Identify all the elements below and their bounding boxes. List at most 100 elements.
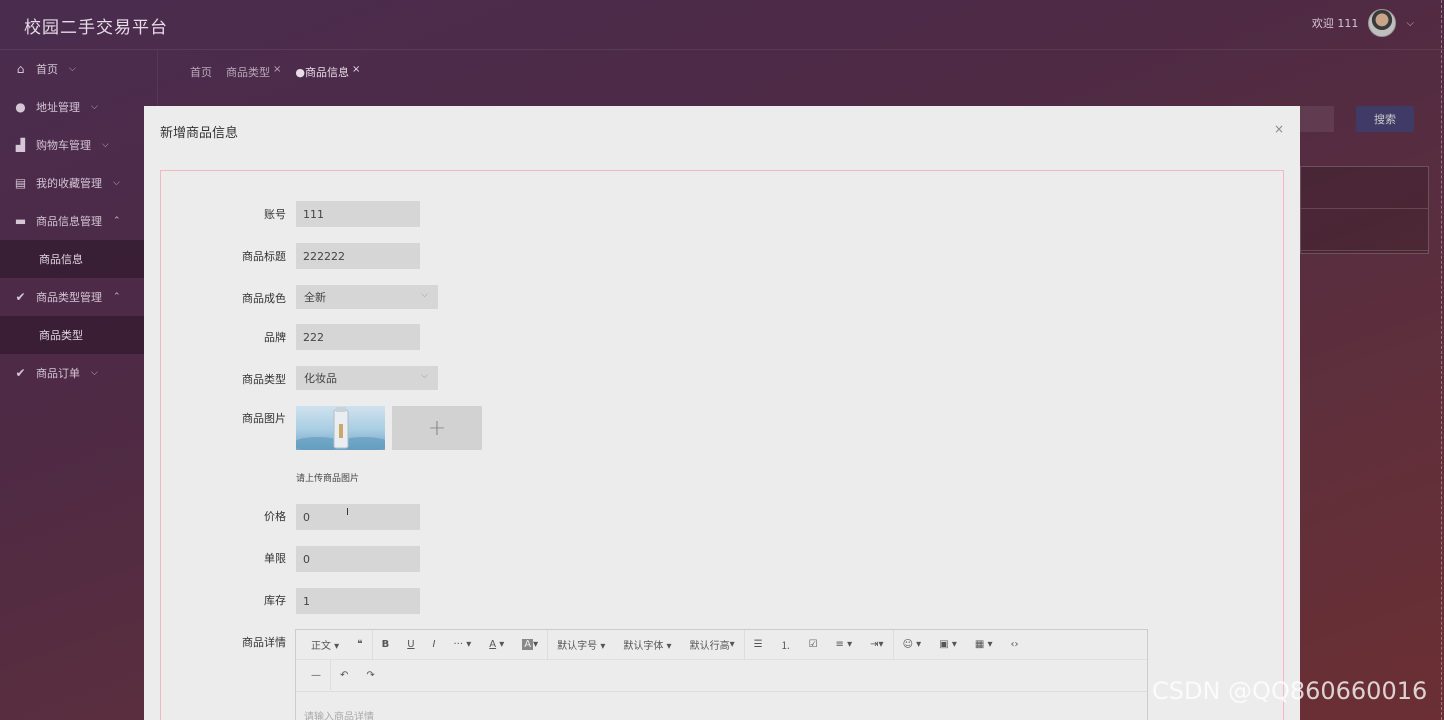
category-label: 商品类型 [242, 373, 286, 386]
line-height-label: 默认行高 [689, 641, 730, 652]
close-icon[interactable]: × [352, 64, 360, 75]
category-select[interactable]: 化妆品 ⌵ [296, 366, 438, 390]
sidebar-item-label: 商品信息管理 [36, 215, 102, 228]
condition-select[interactable]: 全新 ⌵ [296, 285, 438, 309]
sidebar-subitem-category[interactable]: 商品类型 [0, 316, 157, 354]
bullet-list-icon[interactable]: ☰ [745, 639, 772, 650]
font-color-label: A [489, 639, 497, 650]
chevron-down-icon: ⌵ [69, 64, 76, 74]
sidebar-item-label: 地址管理 [36, 101, 80, 114]
sidebar-item-address[interactable]: ● 地址管理 ⌵ [0, 88, 157, 126]
code-icon[interactable]: ‹› [1002, 639, 1028, 650]
close-icon[interactable]: × [1274, 122, 1284, 136]
italic-icon[interactable]: I [424, 639, 445, 650]
title-label: 商品标题 [242, 250, 286, 263]
chevron-down-icon: ⌵ [113, 178, 120, 188]
stock-field[interactable]: 1 [296, 588, 420, 614]
sidebar-item-favorites[interactable]: ▤ 我的收藏管理 ⌵ [0, 164, 157, 202]
sidebar-item-home[interactable]: ⌂ 首页 ⌵ [0, 50, 157, 88]
welcome-text: 欢迎 111 [1311, 17, 1359, 30]
sidebar-item-orders[interactable]: ✔ 商品订单 ⌵ [0, 354, 157, 392]
indent-label: ⇥ [870, 639, 879, 650]
background-search-input [1300, 106, 1334, 132]
chevron-down-icon[interactable]: ⌵ [1406, 18, 1414, 29]
app-title: 校园二手交易平台 [24, 18, 168, 38]
rich-text-editor: 正文 ▾ ❝ B U I ··· ▾ A ▾ A ▾ 默认字号 ▾ 默认字体 ▾… [295, 629, 1148, 720]
font-size-dropdown[interactable]: 默认字号 ▾ [548, 637, 614, 652]
paragraph-label: 正文 [311, 641, 331, 652]
sidebar-item-label: 商品订单 [36, 367, 80, 380]
chevron-down-icon: ⌵ [91, 368, 98, 378]
brand-field[interactable]: 222 [296, 324, 420, 350]
watermark: CSDN @QQ860660016 [1152, 677, 1428, 705]
font-size-label: 默认字号 [557, 641, 598, 652]
product-image-thumbnail[interactable] [296, 406, 385, 450]
title-field[interactable]: 222222 [296, 243, 420, 269]
chevron-down-icon: ⌵ [421, 290, 428, 300]
tab-category[interactable]: 商品类型 × [226, 64, 281, 80]
divider-icon[interactable]: — [302, 660, 331, 690]
condition-value: 全新 [304, 291, 326, 304]
underline-icon[interactable]: U [398, 639, 423, 650]
tab-home[interactable]: 首页 [190, 64, 212, 80]
chevron-up-icon: ⌃ [113, 216, 121, 226]
account-label: 账号 [264, 208, 286, 221]
paragraph-dropdown[interactable]: 正文 ▾ [302, 637, 348, 652]
store-icon: ▤ [14, 175, 27, 190]
stock-label: 库存 [264, 594, 286, 607]
scroll-edge [1441, 0, 1442, 720]
table-row [1301, 209, 1428, 251]
bold-icon[interactable]: B [373, 639, 399, 650]
editor-content[interactable]: 请输入商品详情 [296, 691, 1147, 720]
font-family-dropdown[interactable]: 默认字体 ▾ [614, 637, 680, 652]
emoji-label: ☺ [902, 639, 913, 650]
indent-icon[interactable]: ⇥ ▾ [861, 629, 894, 660]
quote-icon[interactable]: ❝ [348, 629, 373, 660]
align-icon[interactable]: ≡ ▾ [827, 639, 862, 650]
table-label: ▦ [974, 639, 985, 650]
emoji-icon[interactable]: ☺ ▾ [894, 639, 931, 650]
image-icon[interactable]: ▣ ▾ [930, 639, 966, 650]
background-color-icon[interactable]: A ▾ [513, 629, 549, 660]
limit-field[interactable]: 0 [296, 546, 420, 572]
condition-label: 商品成色 [242, 292, 286, 305]
chevron-up-icon: ⌃ [113, 292, 121, 302]
numbered-list-icon[interactable]: ⒈ [772, 637, 800, 652]
sidebar-item-cart[interactable]: ▟ 购物车管理 ⌵ [0, 126, 157, 164]
top-header: 校园二手交易平台 欢迎 111 ⌵ [0, 0, 1444, 50]
sidebar-item-label: 我的收藏管理 [36, 177, 102, 190]
table-icon[interactable]: ▦ ▾ [966, 639, 1002, 650]
more-icon[interactable]: ··· ▾ [445, 639, 481, 650]
price-field[interactable]: 0 [296, 504, 420, 530]
brand-label: 品牌 [264, 331, 286, 344]
avatar[interactable] [1368, 9, 1397, 37]
sidebar-item-goods-management[interactable]: ▬ 商品信息管理 ⌃ [0, 202, 157, 240]
redo-icon[interactable]: ↷ [357, 670, 383, 681]
tab-goods-info[interactable]: ●商品信息 × [295, 64, 360, 80]
more-label: ··· [453, 639, 464, 650]
chevron-down-icon: ⌵ [421, 371, 428, 381]
close-icon[interactable]: × [273, 64, 281, 75]
sidebar: ⌂ 首页 ⌵ ● 地址管理 ⌵ ▟ 购物车管理 ⌵ ▤ 我的收藏管理 ⌵ ▬ 商… [0, 50, 158, 720]
tab-label: 首页 [190, 66, 212, 79]
location-icon: ● [15, 99, 26, 114]
editor-placeholder: 请输入商品详情 [304, 712, 374, 720]
image-label: 商品图片 [242, 412, 286, 425]
font-color-icon[interactable]: A ▾ [480, 639, 513, 650]
editor-toolbar-row-1: 正文 ▾ ❝ B U I ··· ▾ A ▾ A ▾ 默认字号 ▾ 默认字体 ▾… [296, 629, 1147, 660]
background-table [1300, 166, 1429, 254]
line-height-dropdown[interactable]: 默认行高 ▾ [681, 629, 745, 660]
account-field[interactable]: 111 [296, 201, 420, 227]
chevron-down-icon: ⌵ [102, 140, 109, 150]
add-goods-dialog: 新增商品信息 × 账号 111 商品标题 222222 商品成色 全新 ⌵ 品牌… [144, 106, 1300, 720]
sidebar-item-category-management[interactable]: ✔ 商品类型管理 ⌃ [0, 278, 157, 316]
todo-icon[interactable]: ☑ [800, 639, 827, 650]
undo-icon[interactable]: ↶ [331, 670, 357, 681]
bg-color-label: A [522, 639, 534, 650]
user-area[interactable]: 欢迎 111 ⌵ [1312, 9, 1414, 37]
category-value: 化妆品 [304, 372, 337, 385]
add-image-button[interactable]: + [392, 406, 482, 450]
price-label: 价格 [264, 510, 286, 523]
sidebar-subitem-goods-info[interactable]: 商品信息 [0, 240, 157, 278]
table-row [1301, 167, 1428, 209]
